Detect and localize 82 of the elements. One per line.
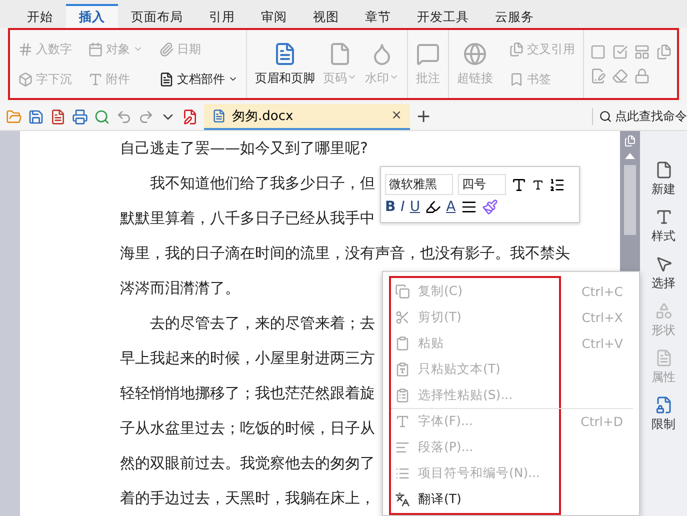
grow-font-icon <box>511 176 527 192</box>
document-icon <box>159 72 174 86</box>
scrollbar-thumb[interactable] <box>624 165 636 235</box>
sidebar-button[interactable]: 样式 <box>652 208 676 245</box>
bold-button[interactable]: B <box>385 199 396 215</box>
sidebar-button[interactable]: 新建 <box>652 161 676 198</box>
menu-tab[interactable]: 页面布局 <box>118 4 196 28</box>
ribbon-button[interactable]: 文档部件 <box>159 66 238 92</box>
document-text-line: 我不知道他们给了我多少日子，但 <box>149 173 375 194</box>
font-name-dropdown[interactable]: 微软雅黑 <box>385 174 453 195</box>
underline-button[interactable]: U <box>410 199 420 215</box>
calendar-icon <box>88 42 103 56</box>
font-color-button[interactable]: A <box>446 199 456 215</box>
document-text-line: 默默里算着，八千多日子已经从我手中 <box>120 208 375 229</box>
command-search-field[interactable]: 点此查找命令 <box>592 108 687 125</box>
menu-tab[interactable]: 视图 <box>300 4 352 28</box>
italic-button[interactable]: I <box>400 199 405 215</box>
document-text-line: 自己逃走了罢——如今又到了哪里呢? <box>120 138 368 159</box>
checkbox-icon <box>612 44 628 60</box>
search-icon <box>599 110 612 123</box>
new-tab-button[interactable]: + <box>416 106 432 127</box>
translate-icon <box>395 492 410 506</box>
save-icon <box>28 108 44 124</box>
eraser-icon <box>612 68 628 84</box>
paperclip-icon <box>159 42 174 56</box>
list-icon <box>395 466 410 480</box>
letter-icon <box>88 72 103 86</box>
split-view-icon <box>624 135 636 147</box>
document-text-line: 然的双眼前过去。我觉察他去的匆匆了 <box>120 453 375 474</box>
font-icon <box>395 414 410 429</box>
text-field-icon <box>590 44 606 60</box>
align-icon <box>460 199 477 215</box>
print-icon <box>72 108 88 124</box>
undo-icon <box>116 108 132 124</box>
document-text-line: 去的尽管去了，来的尽管来着；去 <box>149 313 375 334</box>
folder-icon <box>6 108 22 124</box>
document-pen-icon <box>590 68 606 84</box>
menu-tab[interactable]: 章节 <box>352 4 404 28</box>
preview-icon <box>94 108 110 124</box>
font-size-dropdown[interactable]: 四号 <box>458 174 506 195</box>
dropdown-field-icon <box>634 44 650 60</box>
ribbon-button[interactable]: 页眉和页脚 <box>255 30 315 98</box>
shrink-font-icon <box>532 178 544 190</box>
clipboard-list-icon <box>395 388 410 402</box>
menu-tab[interactable]: 审阅 <box>248 4 300 28</box>
cube-icon <box>18 72 33 86</box>
sidebar-button[interactable]: 选择 <box>652 255 676 292</box>
redo-icon <box>138 108 154 124</box>
context-menu-item[interactable]: 翻译(T) <box>391 486 633 512</box>
document-text-line: 海里，我的日子滴在时间的流里，没有声音，也没有影子。我不禁头 <box>120 243 570 264</box>
copy-icon <box>395 284 410 298</box>
document-icon <box>273 42 297 66</box>
document-text-line: 子从水盆里过去；吃饭的时候，日子从 <box>120 418 375 439</box>
menu-tab[interactable]: 引用 <box>196 4 248 28</box>
paragraph-icon <box>395 440 410 454</box>
document-text-line: 着的手边过去，天黑时，我躺在床上， <box>120 488 375 509</box>
lock-icon <box>634 68 650 84</box>
documents-icon <box>656 44 672 60</box>
menu-tab[interactable]: 插入 <box>66 4 118 28</box>
sidebar-button[interactable]: 限制 <box>652 396 676 433</box>
page-icon <box>328 42 352 66</box>
comment-icon <box>416 42 440 66</box>
document-icon <box>212 108 226 122</box>
clipboard-text-icon <box>395 362 410 376</box>
close-tab-button[interactable]: × <box>391 108 402 123</box>
globe-icon <box>463 42 487 66</box>
document-title: 匆匆.docx <box>232 108 294 124</box>
scissors-icon <box>395 310 410 324</box>
number-icon <box>18 42 33 56</box>
bookmark-icon <box>509 72 524 86</box>
format-painter-icon <box>482 199 498 215</box>
menu-tab[interactable]: 开始 <box>14 4 66 28</box>
pdf-icon <box>50 108 66 124</box>
clipboard-icon <box>395 336 410 350</box>
menu-tab[interactable]: 云服务 <box>482 4 547 28</box>
document-text-line: 涔涔而泪潸潸了。 <box>120 278 240 299</box>
menu-tab[interactable]: 开发工具 <box>404 4 482 28</box>
document-tab[interactable]: 匆匆.docx × <box>204 104 410 130</box>
document-text-line: 早上我起来的时候，小屋里射进两三方 <box>120 348 375 369</box>
highlight-icon <box>425 199 442 215</box>
documents-icon <box>509 42 524 56</box>
document-text-line: 轻轻悄悄地挪移了；我也茫茫然跟着旋 <box>120 383 375 404</box>
